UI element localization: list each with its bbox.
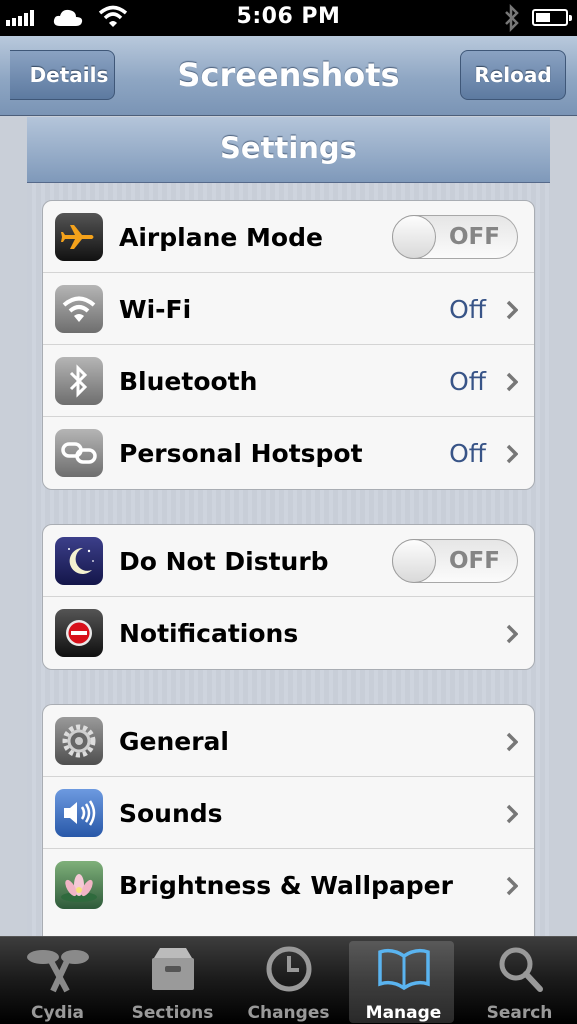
chevron-right-icon xyxy=(506,876,518,896)
hotspot-icon xyxy=(55,429,103,477)
status-bar: 5:06 PM xyxy=(0,0,577,36)
tab-search[interactable]: Search xyxy=(462,937,577,1024)
settings-row-label: General xyxy=(119,727,229,756)
speaker-icon xyxy=(55,789,103,837)
status-time: 5:06 PM xyxy=(236,4,341,29)
chevron-right-icon xyxy=(506,372,518,392)
screenshot-image: Settings Airplane Mode OFF Wi-Fi Off Blu… xyxy=(27,117,550,937)
clock-icon xyxy=(264,943,314,995)
settings-row-label: Wi-Fi xyxy=(119,295,192,324)
settings-row-personal-hotspot: Personal Hotspot Off xyxy=(43,417,534,489)
settings-row-label: Airplane Mode xyxy=(119,223,323,252)
tab-label: Changes xyxy=(247,1003,330,1023)
settings-row-value: Off xyxy=(449,439,486,468)
reload-button[interactable]: Reload xyxy=(460,50,566,100)
gear-icon xyxy=(55,717,103,765)
book-icon xyxy=(374,943,434,995)
settings-row-notifications: Notifications xyxy=(43,597,534,669)
settings-group-connectivity: Airplane Mode OFF Wi-Fi Off Bluetooth Of… xyxy=(42,200,535,490)
chevron-right-icon xyxy=(506,300,518,320)
screenshot-title: Settings xyxy=(220,131,357,165)
airplane-mode-toggle: OFF xyxy=(392,215,518,259)
back-button-label: Details xyxy=(29,63,109,87)
tab-manage[interactable]: Manage xyxy=(346,937,461,1024)
settings-row-label: Bluetooth xyxy=(119,367,258,396)
settings-row-sounds: Sounds xyxy=(43,777,534,849)
settings-row-wifi: Wi-Fi Off xyxy=(43,273,534,345)
tab-bar: Cydia Sections Changes Manage Search xyxy=(0,936,577,1024)
battery-icon xyxy=(532,9,572,26)
cydia-icon xyxy=(23,943,93,995)
airplane-icon xyxy=(55,213,103,261)
settings-group-general: General Sounds Brightness & Wallpaper xyxy=(42,704,535,937)
settings-row-airplane-mode: Airplane Mode OFF xyxy=(43,201,534,273)
settings-row-label: Personal Hotspot xyxy=(119,439,363,468)
tab-sections[interactable]: Sections xyxy=(115,937,230,1024)
settings-row-label: Notifications xyxy=(119,619,299,648)
settings-row-label: Brightness & Wallpaper xyxy=(119,871,453,900)
toggle-state: OFF xyxy=(449,548,500,574)
settings-row-label: Sounds xyxy=(119,799,223,828)
bluetooth-status-icon xyxy=(505,4,519,32)
settings-row-value: Off xyxy=(449,367,486,396)
tab-cydia[interactable]: Cydia xyxy=(0,937,115,1024)
wifi-icon xyxy=(55,285,103,333)
settings-row-do-not-disturb: Do Not Disturb OFF xyxy=(43,525,534,597)
sections-icon xyxy=(146,943,200,995)
tab-label: Manage xyxy=(365,1003,442,1023)
do-not-disturb-toggle: OFF xyxy=(392,539,518,583)
screenshot-nav-bar: Settings xyxy=(27,117,550,183)
flower-icon xyxy=(55,861,103,909)
settings-group-notifications: Do Not Disturb OFF Notifications xyxy=(42,524,535,670)
chevron-right-icon xyxy=(506,804,518,824)
moon-icon xyxy=(55,537,103,585)
settings-row-bluetooth: Bluetooth Off xyxy=(43,345,534,417)
tab-changes[interactable]: Changes xyxy=(231,937,346,1024)
bluetooth-icon xyxy=(55,357,103,405)
chevron-right-icon xyxy=(506,624,518,644)
settings-row-label: Do Not Disturb xyxy=(119,547,329,576)
search-icon xyxy=(495,943,545,995)
notifications-icon xyxy=(55,609,103,657)
tab-label: Sections xyxy=(131,1003,214,1023)
tab-label: Cydia xyxy=(30,1003,85,1023)
tab-label: Search xyxy=(486,1003,553,1023)
settings-row-value: Off xyxy=(449,295,486,324)
settings-row-brightness-wallpaper: Brightness & Wallpaper xyxy=(43,849,534,921)
navigation-bar: Details Screenshots Reload xyxy=(0,36,577,116)
toggle-state: OFF xyxy=(449,224,500,250)
settings-row-general: General xyxy=(43,705,534,777)
chevron-right-icon xyxy=(506,732,518,752)
chevron-right-icon xyxy=(506,444,518,464)
